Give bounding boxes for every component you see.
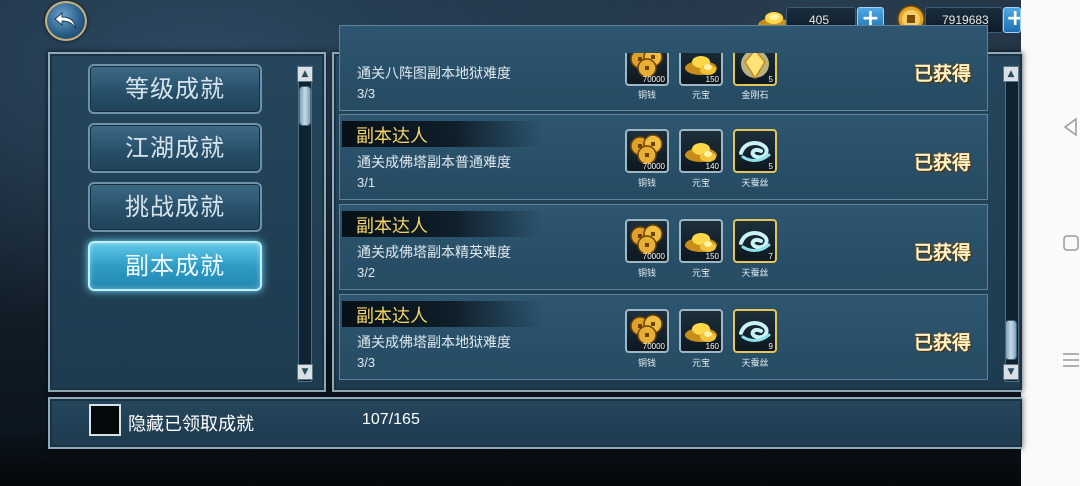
reward-quantity: 160 [705, 342, 719, 351]
reward-slot[interactable]: 5 [733, 53, 777, 86]
reward-slot[interactable]: 70000 [625, 53, 669, 86]
reward-slot[interactable]: 150 [679, 219, 723, 263]
achievement-description: 通关成佛塔副本精英难度 [357, 245, 511, 261]
reward-slot[interactable]: 70000 [625, 219, 669, 263]
reward-quantity: 7 [768, 252, 773, 261]
reward-quantity: 5 [768, 162, 773, 171]
reward-name: 铜钱 [637, 91, 656, 101]
reward-quantity: 140 [705, 162, 719, 171]
scroll-down-icon[interactable]: ▼ [297, 364, 313, 380]
reward-name: 元宝 [691, 179, 710, 189]
nav-home-icon[interactable] [1061, 233, 1080, 253]
achievement-description: 通关成佛塔副本地狱难度 [357, 335, 511, 351]
category-dungeon-button[interactable]: 副本成就 [88, 241, 262, 291]
nav-back-icon[interactable] [1061, 117, 1080, 137]
achievement-description: 通关成佛塔副本普通难度 [357, 155, 511, 171]
reward-slot[interactable]: 160 [679, 309, 723, 353]
achievement-progress: 3/2 [357, 265, 376, 280]
scroll-up-icon[interactable]: ▲ [1003, 66, 1019, 82]
reward-quantity: 150 [705, 252, 719, 261]
reward-quantity: 9 [768, 342, 773, 351]
reward-name: 天蚕丝 [741, 359, 769, 369]
reward-name: 元宝 [691, 91, 710, 101]
achievement-status: 已获得 [914, 332, 972, 354]
reward-quantity: 70000 [642, 162, 665, 171]
reward-quantity: 150 [705, 75, 719, 84]
category-level-button[interactable]: 等级成就 [88, 64, 262, 114]
reward-quantity: 5 [768, 75, 773, 84]
reward-slot[interactable]: 7 [733, 219, 777, 263]
reward-quantity: 70000 [642, 342, 665, 351]
hide-claimed-label: 隐藏已领取成就 [128, 414, 254, 435]
reward-name: 元宝 [691, 269, 710, 279]
hide-claimed-checkbox[interactable] [89, 404, 121, 436]
scroll-up-icon[interactable]: ▲ [297, 66, 313, 82]
category-challenge-button[interactable]: 挑战成就 [88, 182, 262, 232]
reward-quantity: 70000 [642, 75, 665, 84]
reward-slot[interactable]: 70000 [625, 309, 669, 353]
achievement-title: 副本达人 [356, 126, 428, 147]
achievement-title: 副本达人 [356, 306, 428, 327]
reward-name: 铜钱 [637, 179, 656, 189]
category-scroll-thumb[interactable] [299, 86, 311, 126]
reward-strip: 70000 铜钱 150 元宝 5 金刚石 [339, 53, 988, 110]
reward-slot[interactable]: 70000 [625, 129, 669, 173]
reward-slot[interactable]: 9 [733, 309, 777, 353]
reward-name: 铜钱 [637, 359, 656, 369]
achievement-progress: 3/1 [357, 175, 376, 190]
reward-slot[interactable]: 140 [679, 129, 723, 173]
reward-slot[interactable]: 150 [679, 53, 723, 86]
achievement-scroll-thumb[interactable] [1005, 320, 1017, 360]
achievement-title: 副本达人 [356, 216, 428, 237]
back-button[interactable] [45, 1, 87, 41]
achievement-progress: 3/3 [357, 355, 376, 370]
reward-quantity: 70000 [642, 252, 665, 261]
reward-name: 金刚石 [741, 91, 769, 101]
return-arrow-icon [54, 11, 77, 30]
reward-name: 天蚕丝 [741, 269, 769, 279]
add-coin-button[interactable]: + [1003, 7, 1021, 33]
total-achievement-progress: 107/165 [362, 411, 420, 428]
achievement-status: 已获得 [914, 152, 972, 174]
category-jianghu-button[interactable]: 江湖成就 [88, 123, 262, 173]
system-nav-bar [1021, 0, 1080, 486]
reward-name: 天蚕丝 [741, 179, 769, 189]
scroll-down-icon[interactable]: ▼ [1003, 364, 1019, 380]
reward-slot[interactable]: 5 [733, 129, 777, 173]
reward-name: 元宝 [691, 359, 710, 369]
nav-menu-icon[interactable] [1061, 350, 1080, 370]
reward-name: 铜钱 [637, 269, 656, 279]
achievement-status: 已获得 [914, 242, 972, 264]
